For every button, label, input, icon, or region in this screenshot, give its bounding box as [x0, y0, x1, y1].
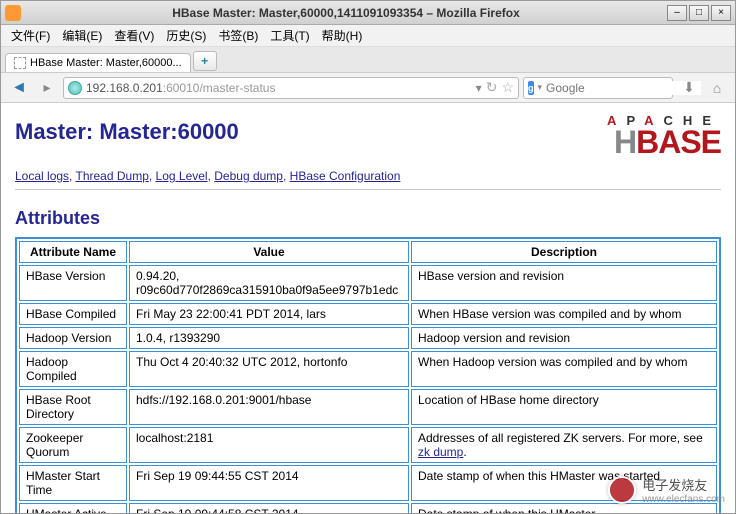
bookmark-icon[interactable]: ☆ [501, 79, 514, 96]
cell-value: hdfs://192.168.0.201:9001/hbase [129, 389, 409, 425]
reload-icon[interactable]: ↻ [486, 79, 498, 96]
back-button[interactable]: ◄ [7, 77, 31, 99]
logo-hbase: HBASE [607, 128, 721, 157]
th-value: Value [129, 241, 409, 263]
cell-name: Hadoop Version [19, 327, 127, 349]
link-local-logs[interactable]: Local logs [15, 169, 69, 183]
window-controls: – □ × [667, 5, 731, 21]
browser-tab[interactable]: HBase Master: Master,60000... [5, 53, 191, 72]
cell-name: Zookeeper Quorum [19, 427, 127, 463]
url-bar[interactable]: 192.168.0.201:60010/master-status ▾ ↻ ☆ [63, 77, 519, 99]
link-hbase-config[interactable]: HBase Configuration [290, 169, 401, 183]
cell-value: Fri Sep 19 09:44:55 CST 2014 [129, 465, 409, 501]
close-button[interactable]: × [711, 5, 731, 21]
url-host: 192.168.0.201 [86, 81, 163, 95]
url-path: :60010/master-status [163, 81, 276, 95]
cell-name: HBase Root Directory [19, 389, 127, 425]
th-name: Attribute Name [19, 241, 127, 263]
firefox-icon [5, 5, 21, 21]
minimize-button[interactable]: – [667, 5, 687, 21]
cell-name: HBase Compiled [19, 303, 127, 325]
home-button[interactable]: ⌂ [705, 77, 729, 99]
navbar: ◄ ▸ 192.168.0.201:60010/master-status ▾ … [1, 73, 735, 103]
table-row: Zookeeper Quorumlocalhost:2181Addresses … [19, 427, 717, 463]
menu-help[interactable]: 帮助(H) [316, 25, 369, 46]
table-row: Hadoop Version1.0.4, r1393290Hadoop vers… [19, 327, 717, 349]
page-content: Master: Master:60000 APACHE HBASE Local … [1, 103, 735, 513]
url-text[interactable]: 192.168.0.201:60010/master-status [86, 81, 472, 95]
window: HBase Master: Master,60000,1411091093354… [0, 0, 736, 514]
nav-links: Local logs, Thread Dump, Log Level, Debu… [15, 169, 721, 190]
search-dropdown-icon[interactable]: ▾ [538, 82, 543, 93]
link-thread-dump[interactable]: Thread Dump [76, 169, 149, 183]
cell-name: HMaster Start Time [19, 465, 127, 501]
cell-value: 0.94.20, r09c60d770f2869ca315910ba0f9a5e… [129, 265, 409, 301]
menu-edit[interactable]: 编辑(E) [56, 25, 108, 46]
cell-value: localhost:2181 [129, 427, 409, 463]
google-icon: g [528, 81, 534, 95]
cell-desc: Location of HBase home directory [411, 389, 717, 425]
page-title: Master: Master:60000 [15, 119, 239, 145]
downloads-button[interactable]: ⬇ [677, 77, 701, 99]
cell-value: Fri May 23 22:00:41 PDT 2014, lars [129, 303, 409, 325]
table-header-row: Attribute Name Value Description [19, 241, 717, 263]
cell-desc: When Hadoop version was compiled and by … [411, 351, 717, 387]
watermark-icon [608, 476, 636, 504]
watermark: 电子发烧友 www.elecfans.com [608, 475, 725, 505]
cell-value: Thu Oct 4 20:40:32 UTC 2012, hortonfo [129, 351, 409, 387]
cell-name: Hadoop Compiled [19, 351, 127, 387]
tab-label: HBase Master: Master,60000... [30, 57, 182, 69]
menu-history[interactable]: 历史(S) [160, 25, 212, 46]
maximize-button[interactable]: □ [689, 5, 709, 21]
table-row: HBase Version0.94.20, r09c60d770f2869ca3… [19, 265, 717, 301]
menu-bookmarks[interactable]: 书签(B) [212, 25, 264, 46]
table-row: Hadoop CompiledThu Oct 4 20:40:32 UTC 20… [19, 351, 717, 387]
cell-desc: When HBase version was compiled and by w… [411, 303, 717, 325]
cell-name: HBase Version [19, 265, 127, 301]
watermark-text: 电子发烧友 [642, 475, 725, 494]
menubar: 文件(F) 编辑(E) 查看(V) 历史(S) 书签(B) 工具(T) 帮助(H… [1, 25, 735, 47]
tabbar: HBase Master: Master,60000... + [1, 47, 735, 73]
hbase-logo: APACHE HBASE [607, 113, 721, 157]
globe-icon [68, 81, 82, 95]
menu-tools[interactable]: 工具(T) [264, 25, 315, 46]
cell-desc: Addresses of all registered ZK servers. … [411, 427, 717, 463]
link-log-level[interactable]: Log Level [156, 169, 208, 183]
link-debug-dump[interactable]: Debug dump [214, 169, 283, 183]
cell-desc: Hadoop version and revision [411, 327, 717, 349]
attributes-table: Attribute Name Value Description HBase V… [15, 237, 721, 513]
window-title: HBase Master: Master,60000,1411091093354… [25, 6, 667, 20]
watermark-url: www.elecfans.com [642, 494, 725, 505]
section-attributes: Attributes [15, 208, 721, 229]
th-desc: Description [411, 241, 717, 263]
page-header: Master: Master:60000 APACHE HBASE [15, 113, 721, 157]
table-row: HBase Root Directoryhdfs://192.168.0.201… [19, 389, 717, 425]
new-tab-button[interactable]: + [193, 51, 217, 71]
link-zk-dump[interactable]: zk dump [418, 445, 463, 459]
cell-desc: HBase version and revision [411, 265, 717, 301]
table-row: HBase CompiledFri May 23 22:00:41 PDT 20… [19, 303, 717, 325]
forward-button[interactable]: ▸ [35, 77, 59, 99]
page-icon [14, 57, 26, 69]
menu-view[interactable]: 查看(V) [108, 25, 160, 46]
cell-value: 1.0.4, r1393290 [129, 327, 409, 349]
cell-value: Fri Sep 19 09:44:58 CST 2014 [129, 503, 409, 513]
menu-file[interactable]: 文件(F) [5, 25, 56, 46]
search-box[interactable]: g ▾ [523, 77, 673, 99]
titlebar: HBase Master: Master,60000,1411091093354… [1, 1, 735, 25]
feed-icon[interactable]: ▾ [476, 81, 482, 95]
cell-name: HMaster Active Time [19, 503, 127, 513]
